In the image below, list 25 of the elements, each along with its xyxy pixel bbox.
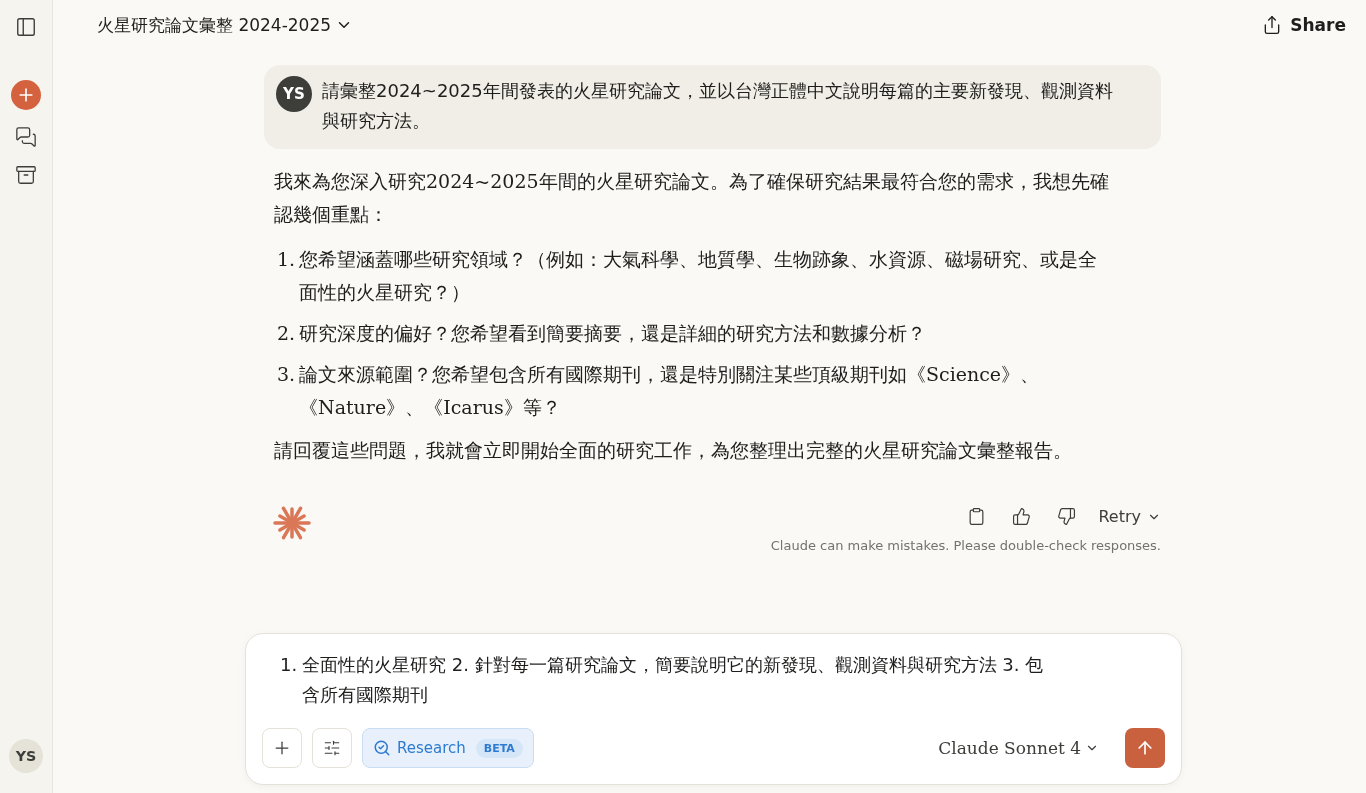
model-selector[interactable]: Claude Sonnet 4 [938, 738, 1099, 758]
list-number: 1. [277, 247, 297, 272]
disclaimer-text: Claude can make mistakes. Please double-check responses. [770, 538, 1161, 553]
sliders-icon [323, 739, 341, 757]
send-button[interactable] [1125, 728, 1165, 768]
list-item-text: 您希望涵蓋哪些研究領域？（例如：大氣科學、地質學、生物跡象、水資源、磁場研究、或是全面性的火星研究？） [299, 247, 1098, 305]
answer-paragraph: 我來為您深入研究2024~2025年間的火星研究論文。為了確保研究結果最符合您的需求，我想先確認幾個重點： [274, 169, 1110, 227]
list-number: 2. [277, 321, 297, 346]
list-item-text: 論文來源範圍？您希望包含所有國際期刊，還是特別關注某些頂級期刊如《Science》、《Nature》、《Icarus》等？ [299, 362, 1041, 420]
starburst-logo-icon [272, 503, 312, 543]
retry-button[interactable]: Retry [1098, 507, 1161, 526]
answer-paragraph: 請回覆這些問題，我就會立即開始全面的研究工作，為您整理出完整的火星研究論文彙整報告。 [274, 438, 1073, 463]
user-avatar: YS [276, 76, 312, 112]
tools-button[interactable] [312, 728, 352, 768]
chat-title[interactable]: 火星研究論文彙整 2024-2025 [97, 13, 354, 37]
share-button[interactable]: Share [1262, 15, 1346, 35]
add-button[interactable] [262, 728, 302, 768]
list-item-text: 研究深度的偏好？您希望看到簡要摘要，還是詳細的研究方法和數據分析？ [299, 321, 926, 346]
research-button[interactable]: Research BETA [362, 728, 534, 768]
search-icon [373, 739, 391, 757]
list-number: 3. [277, 362, 297, 387]
message-input-field[interactable]: 1. 全面性的火星研究 2. 針對每一篇研究論文，簡要說明它的新發現、觀測資料與研究方法 3. 包含所有國際期刊 Research BETA Claude Sonnet 4 [245, 633, 1182, 785]
new-chat-button[interactable] [11, 80, 41, 110]
user-avatar[interactable]: YS [9, 739, 43, 773]
user-message-text: 請彙整2024~2025年間發表的火星研究論文，並以台灣正體中文說明每篇的主要新發現、觀測資料與研究方法。 [322, 79, 1113, 133]
